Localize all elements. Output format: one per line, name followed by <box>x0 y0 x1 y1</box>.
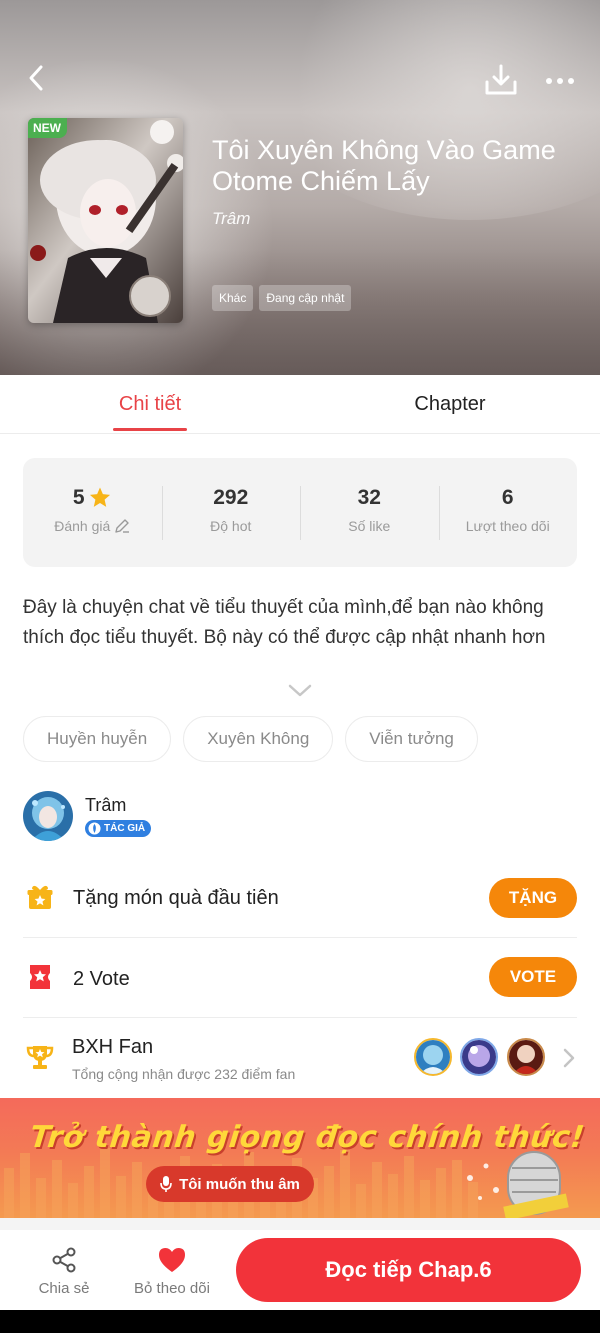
book-description: Đây là chuyện chat về tiểu thuyết của mì… <box>23 597 546 648</box>
fan-avatar-3[interactable] <box>507 1038 545 1076</box>
vote-row: 2 Vote VOTE <box>23 938 577 1018</box>
category-tag[interactable]: Viễn tưởng <box>345 716 478 762</box>
tab-bar: Chi tiết Chapter <box>0 375 600 434</box>
fan-points-text: Tổng cộng nhận được 232 điểm fan <box>72 1066 296 1082</box>
hot-label: Độ hot <box>210 517 252 534</box>
author-name[interactable]: Trâm <box>85 795 126 816</box>
unfollow-button[interactable]: Bỏ theo dõi <box>130 1244 214 1297</box>
vote-button[interactable]: VOTE <box>489 957 577 997</box>
likes-value: 32 <box>357 485 381 509</box>
record-voice-button[interactable]: Tôi muốn thu âm <box>146 1166 314 1202</box>
rating-label: Đánh giá <box>54 517 111 534</box>
unfollow-label: Bỏ theo dõi <box>134 1280 210 1297</box>
book-cover-image <box>28 118 183 323</box>
system-navigation-bar <box>0 1310 600 1333</box>
share-label: Chia sẻ <box>38 1280 90 1297</box>
chevron-right-icon <box>563 1048 575 1068</box>
gift-text: Tặng món quà đầu tiên <box>73 887 279 909</box>
star-icon <box>89 487 110 507</box>
download-icon <box>485 64 517 95</box>
tab-chapter[interactable]: Chapter <box>300 375 600 433</box>
vote-ticket-icon <box>23 960 57 994</box>
gift-icon <box>23 880 57 914</box>
stat-likes: 32 Số like <box>300 485 439 540</box>
book-author[interactable]: Trâm <box>212 209 250 229</box>
vote-count: 2 Vote <box>73 968 130 990</box>
gift-button[interactable]: TẶNG <box>489 878 577 918</box>
author-avatar-image <box>23 791 73 841</box>
genre-tag[interactable]: Khác <box>212 285 254 311</box>
trophy-icon <box>23 1040 57 1074</box>
record-voice-label: Tôi muốn thu âm <box>179 1175 300 1193</box>
stat-followers: 6 Lượt theo dõi <box>438 485 578 540</box>
new-badge: NEW <box>28 118 67 138</box>
followers-label: Lượt theo dõi <box>465 517 550 534</box>
hot-value: 292 <box>213 485 249 509</box>
fan-ranking-row[interactable]: BXH Fan Tổng cộng nhận được 232 điểm fan <box>23 1018 577 1098</box>
more-options-button[interactable] <box>540 64 580 98</box>
active-tab-indicator <box>113 428 187 431</box>
stat-hot: 292 Độ hot <box>161 485 301 540</box>
banner-title: Trở thành giọng đọc chính thức! <box>28 1120 587 1155</box>
share-button[interactable]: Chia sẻ <box>36 1244 92 1297</box>
genre-tag-list: Khác Đang cập nhật <box>212 285 352 311</box>
back-arrow-icon <box>29 65 43 91</box>
category-tag[interactable]: Xuyên Không <box>183 716 334 762</box>
microphone-icon <box>160 1176 172 1192</box>
continue-reading-button[interactable]: Đọc tiếp Chap.6 <box>236 1238 581 1302</box>
download-button[interactable] <box>482 62 520 98</box>
book-title: Tôi Xuyên Không Vào Game Otome Chiếm Lấy <box>212 135 556 196</box>
followers-value: 6 <box>501 485 514 509</box>
stat-rating[interactable]: 5 Đánh giá <box>23 486 162 540</box>
bottom-spacer <box>0 1218 600 1230</box>
status-tag: Đang cập nhật <box>259 285 352 311</box>
gift-row: Tặng món quà đầu tiên TẶNG <box>23 858 577 938</box>
author-avatar[interactable] <box>23 791 73 841</box>
share-icon <box>52 1247 76 1273</box>
author-badge-label: TÁC GIẢ <box>104 823 146 834</box>
quill-icon <box>88 822 101 835</box>
bottom-action-bar: Chia sẻ Bỏ theo dõi Đọc tiếp Chap.6 <box>0 1230 600 1310</box>
rating-value: 5 <box>72 485 85 509</box>
stats-panel: 5 Đánh giá 292 Độ hot 32 Số like 6 Lượt … <box>23 458 577 567</box>
category-tag[interactable]: Huyền huyễn <box>23 716 172 762</box>
book-header: NEW Tôi Xuyên Không Vào Game Otome Chiếm… <box>0 0 600 375</box>
heart-icon <box>159 1248 185 1272</box>
tab-details[interactable]: Chi tiết <box>0 375 300 433</box>
edit-pencil-icon <box>115 518 130 533</box>
fan-avatar-2[interactable] <box>460 1038 498 1076</box>
fan-ranking-title: BXH Fan <box>72 1036 154 1058</box>
book-cover[interactable]: NEW <box>28 118 183 323</box>
likes-label: Số like <box>348 517 391 534</box>
back-button[interactable] <box>18 60 54 96</box>
chevron-down-icon[interactable] <box>288 684 312 698</box>
fan-avatar-1[interactable] <box>414 1038 452 1076</box>
author-badge: TÁC GIẢ <box>85 820 152 837</box>
category-tag-list: Huyền huyễn Xuyên Không Viễn tưởng <box>23 716 478 762</box>
more-icon <box>546 78 552 84</box>
